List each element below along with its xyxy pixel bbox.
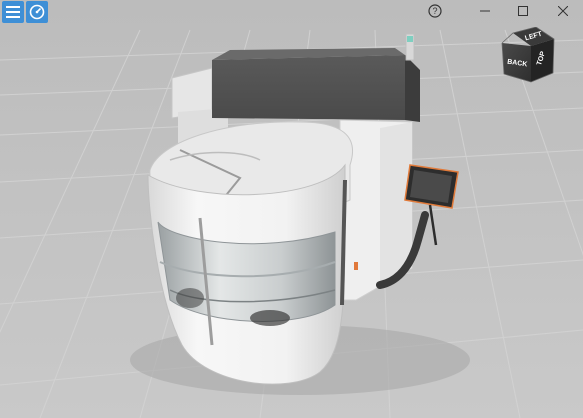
title-bar: ? [0,0,583,24]
close-button[interactable] [543,0,583,22]
dashboard-button[interactable] [26,1,48,23]
status-light [354,262,358,270]
app-window: ? BACK LEFT TOP [0,0,583,418]
view-cube[interactable]: BACK LEFT TOP [498,27,558,89]
maximize-icon [518,6,528,16]
speedometer-icon [29,4,45,20]
maximize-button[interactable] [503,0,543,22]
minimize-button[interactable] [465,0,505,22]
menu-button[interactable] [2,1,24,23]
3d-viewport[interactable] [0,0,583,418]
help-button[interactable]: ? [415,0,455,22]
hamburger-menu-icon [6,6,20,18]
minimize-icon [480,10,490,12]
close-icon [558,6,568,16]
help-circle-icon: ? [428,4,442,18]
top-box-front [212,55,405,120]
svg-text:?: ? [432,6,437,16]
